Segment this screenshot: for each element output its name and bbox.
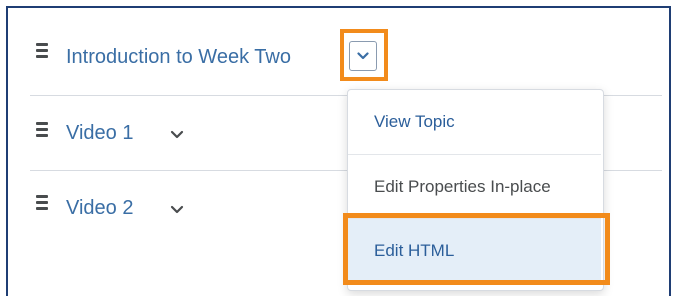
context-menu-button[interactable] — [349, 41, 377, 71]
chevron-down-icon[interactable] — [170, 205, 184, 215]
context-menu: View Topic Edit Properties In-place Edit… — [347, 89, 604, 291]
drag-handle-icon[interactable] — [36, 122, 48, 140]
menu-item-edit-properties[interactable]: Edit Properties In-place — [348, 154, 601, 218]
menu-item-view-topic[interactable]: View Topic — [348, 90, 601, 154]
drag-handle-icon[interactable] — [36, 43, 48, 61]
drag-handle-icon[interactable] — [36, 195, 48, 213]
topic-title[interactable]: Introduction to Week Two — [66, 46, 291, 69]
chevron-down-icon — [357, 52, 369, 60]
context-menu-button-highlight — [340, 29, 388, 81]
chevron-down-icon[interactable] — [170, 130, 184, 140]
menu-item-edit-html[interactable]: Edit HTML — [348, 218, 601, 282]
topic-title[interactable]: Video 1 — [66, 122, 133, 145]
topic-title[interactable]: Video 2 — [66, 197, 133, 220]
